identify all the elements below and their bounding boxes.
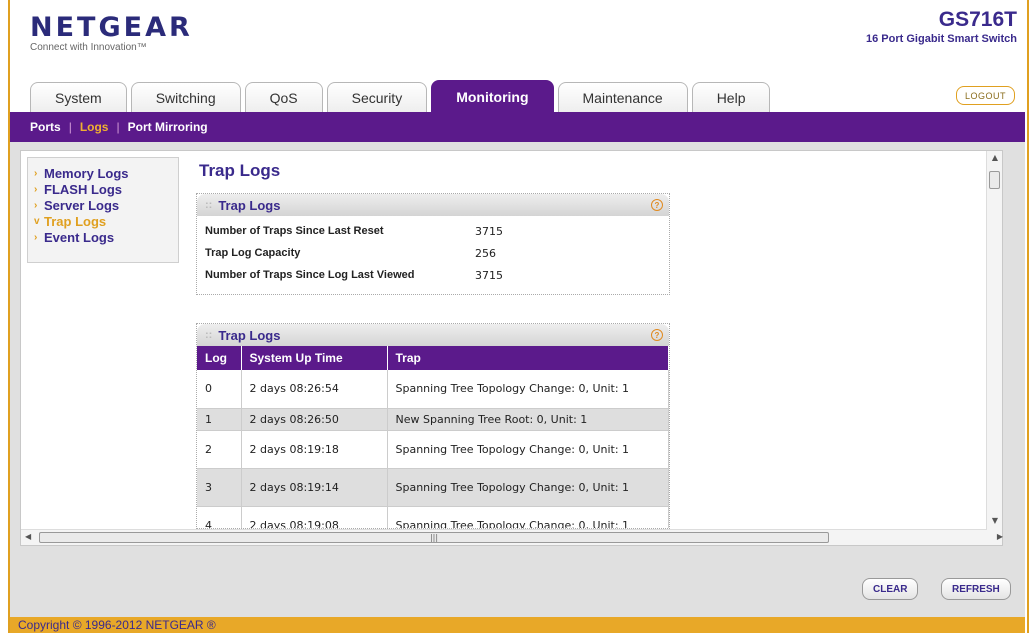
subnav-bar: Ports | Logs | Port Mirroring — [10, 112, 1025, 142]
cell-trap: Spanning Tree Topology Change: 0, Unit: … — [387, 506, 669, 528]
summary-key: Number of Traps Since Last Reset — [205, 225, 384, 237]
model-description: 16 Port Gigabit Smart Switch — [866, 33, 1017, 45]
model-name: GS716T — [938, 8, 1017, 31]
table-row: 2 2 days 08:19:18 Spanning Tree Topology… — [197, 430, 669, 469]
grip-icon: :: — [205, 199, 213, 211]
bullet-icon: › — [34, 232, 38, 243]
cell-trap: Spanning Tree Topology Change: 0, Unit: … — [387, 430, 669, 469]
tagline: Connect with Innovation™ — [30, 42, 147, 53]
clear-button[interactable]: CLEAR — [862, 578, 919, 600]
table-row: 1 2 days 08:26:50 New Spanning Tree Root… — [197, 408, 669, 431]
summary-value: 3715 — [475, 268, 503, 282]
netgear-logo: NETGEAR — [30, 12, 193, 43]
cell-time: 2 days 08:26:50 — [241, 408, 388, 431]
leftnav-label: Memory Logs — [44, 166, 129, 181]
column-header-log[interactable]: Log — [197, 346, 242, 370]
scroll-thumb[interactable] — [989, 171, 1000, 189]
horizontal-scrollbar[interactable]: ◀ ||| ▶ — [21, 529, 1003, 545]
summary-key: Number of Traps Since Log Last Viewed — [205, 269, 415, 281]
cell-log: 3 — [197, 468, 242, 507]
cell-log: 4 — [197, 506, 242, 528]
refresh-button[interactable]: REFRESH — [941, 578, 1011, 600]
leftnav-label: FLASH Logs — [44, 182, 122, 197]
column-header-time[interactable]: System Up Time — [241, 346, 388, 370]
tab-qos[interactable]: QoS — [244, 82, 323, 112]
left-nav: › Memory Logs › FLASH Logs › Server Logs vT… — [27, 157, 179, 263]
cell-time: 2 days 08:26:54 — [241, 370, 388, 409]
scroll-thumb[interactable]: ||| — [39, 532, 829, 543]
grip-icon: :: — [205, 329, 213, 341]
trap-log-table: Log System Up Time Trap 0 2 days 08:26:5… — [197, 346, 669, 528]
log-panel-header: :: Trap Logs ? — [197, 324, 669, 346]
subnav-ports[interactable]: Ports — [30, 120, 61, 134]
cell-time: 2 days 08:19:08 — [241, 506, 388, 528]
bullet-icon: › — [34, 168, 38, 179]
scroll-left-icon[interactable]: ◀ — [25, 532, 31, 541]
leftnav-flash-logs[interactable]: › FLASH Logs — [34, 182, 172, 198]
table-row: 3 2 days 08:19:14 Spanning Tree Topology… — [197, 468, 669, 507]
vertical-scrollbar[interactable]: ▲ ▼ — [986, 151, 1002, 545]
summary-panel-title: Trap Logs — [218, 197, 281, 213]
cell-log: 2 — [197, 430, 242, 469]
leftnav-event-logs[interactable]: › Event Logs — [34, 230, 172, 246]
subnav-separator: | — [68, 120, 72, 134]
bullet-icon: › — [34, 184, 38, 195]
cell-log: 1 — [197, 408, 242, 431]
leftnav-server-logs[interactable]: › Server Logs — [34, 198, 172, 214]
subnav-port-mirroring[interactable]: Port Mirroring — [128, 120, 208, 134]
subnav-separator: | — [116, 120, 120, 134]
bullet-icon: › — [34, 200, 38, 211]
summary-row: Number of Traps Since Last Reset 3715 — [197, 220, 669, 242]
log-panel: :: Trap Logs ? Log System Up Time Trap 0… — [196, 323, 670, 529]
leftnav-label: Trap Logs — [44, 214, 107, 229]
summary-panel-header: :: Trap Logs ? — [197, 194, 669, 216]
tab-maintenance[interactable]: Maintenance — [557, 82, 688, 112]
tab-help[interactable]: Help — [691, 82, 771, 112]
summary-value: 3715 — [475, 224, 503, 238]
cell-trap: Spanning Tree Topology Change: 0, Unit: … — [387, 468, 669, 507]
tab-monitoring[interactable]: Monitoring — [431, 80, 554, 112]
logout-button[interactable]: LOGOUT — [955, 86, 1015, 105]
tab-switching[interactable]: Switching — [130, 82, 241, 112]
summary-key: Trap Log Capacity — [205, 247, 301, 259]
main-tabs: System Switching QoS Security Monitoring… — [30, 80, 774, 112]
leftnav-trap-logs[interactable]: v Trap Logs — [34, 214, 172, 230]
table-row: 0 2 days 08:26:54 Spanning Tree Topology… — [197, 370, 669, 409]
content-pane: › Memory Logs › FLASH Logs › Server Logs vT… — [20, 150, 1003, 546]
help-icon[interactable]: ? — [651, 329, 663, 341]
chevron-down-icon: v — [34, 216, 40, 227]
header: NETGEAR Connect with Innovation™ GS716T … — [10, 0, 1025, 80]
summary-row: Trap Log Capacity 256 — [197, 242, 669, 264]
leftnav-memory-logs[interactable]: › Memory Logs — [34, 166, 172, 182]
scroll-up-icon[interactable]: ▲ — [987, 153, 1003, 162]
tab-security[interactable]: Security — [326, 82, 428, 112]
summary-row: Number of Traps Since Log Last Viewed 37… — [197, 264, 669, 286]
subnav-logs[interactable]: Logs — [80, 120, 109, 134]
summary-panel: :: Trap Logs ? Number of Traps Since Las… — [196, 193, 670, 295]
cell-time: 2 days 08:19:18 — [241, 430, 388, 469]
cell-time: 2 days 08:19:14 — [241, 468, 388, 507]
page-title: Trap Logs — [199, 161, 281, 180]
column-header-trap[interactable]: Trap — [387, 346, 669, 370]
help-icon[interactable]: ? — [651, 199, 663, 211]
log-panel-title: Trap Logs — [218, 327, 281, 343]
cell-trap: Spanning Tree Topology Change: 0, Unit: … — [387, 370, 669, 409]
leftnav-label: Server Logs — [44, 198, 120, 213]
tab-system[interactable]: System — [30, 82, 127, 112]
scroll-down-icon[interactable]: ▼ — [987, 516, 1003, 525]
footer-copyright: Copyright © 1996-2012 NETGEAR ® — [10, 617, 1025, 633]
summary-value: 256 — [475, 246, 496, 260]
scroll-right-icon[interactable]: ▶ — [997, 532, 1003, 541]
leftnav-label: Event Logs — [44, 230, 115, 245]
cell-log: 0 — [197, 370, 242, 409]
table-row: 4 2 days 08:19:08 Spanning Tree Topology… — [197, 506, 669, 528]
cell-trap: New Spanning Tree Root: 0, Unit: 1 — [387, 408, 669, 431]
